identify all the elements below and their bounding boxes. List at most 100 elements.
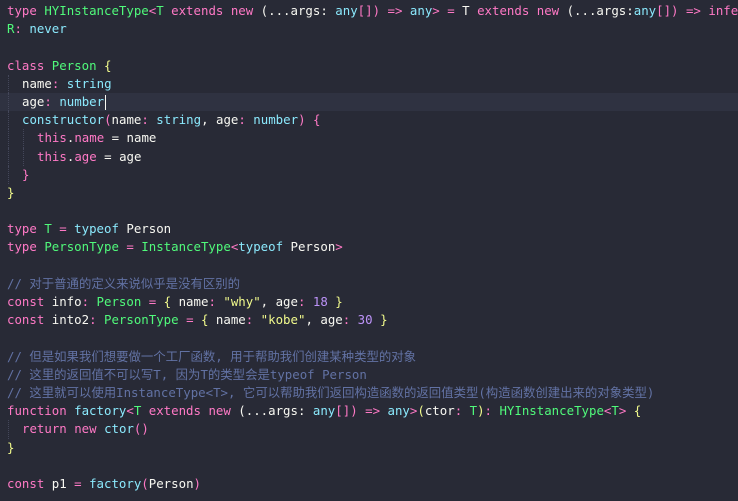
code-token: number [59,93,105,109]
code-token: any [335,3,358,18]
code-token: } [7,439,15,455]
code-token: type [7,221,45,237]
code-token: age [22,93,45,109]
code-token: typeof [74,221,127,237]
code-token: function [7,403,75,419]
code-token: // 对于普通的定义来说似乎是没有区别的 [7,275,241,291]
code-token: [] [656,3,672,18]
code-line[interactable]: this.age = age [0,147,738,166]
code-token: Person [126,221,172,237]
code-token: HYInstanceType [44,3,149,18]
code-token: string [66,75,112,91]
code-line[interactable]: age: number [0,92,738,112]
code-line[interactable]: // 这里就可以使用InstanceType<T>, 它可以帮助我们返回构造函数… [0,384,738,402]
code-token: : [454,403,470,419]
code-token: = [96,148,120,164]
code-editor[interactable]: type HYInstanceType<T extends new (...ar… [0,0,738,501]
code-token: typeof [238,239,291,255]
text-cursor [105,94,107,110]
code-line[interactable]: this.name = name [0,129,738,148]
code-line[interactable] [0,257,738,275]
code-line[interactable]: name: string [0,74,738,93]
code-line[interactable]: const info: Person = { name: "why", age:… [0,293,738,311]
code-token: ( [104,112,112,128]
code-line[interactable] [0,38,738,56]
code-token: HYInstanceType [499,403,604,419]
code-token: ctor [104,421,134,437]
code-token: T [462,3,478,18]
code-token: = [59,221,75,237]
code-token: number [253,112,299,128]
code-token: [] [357,3,373,18]
code-token: } [380,312,388,328]
indent-guide [23,129,24,148]
code-token: : [342,312,358,328]
code-token: } [22,166,30,182]
code-token: : [238,112,254,128]
indent-guide [8,74,9,93]
code-line[interactable]: class Person { [0,57,738,75]
code-token: // 这里就可以使用InstanceType<T>, 它可以帮助我们返回构造函数… [7,384,655,400]
code-token: name [215,312,246,328]
code-line[interactable]: constructor(name: string, age: number) { [0,111,738,130]
code-line[interactable] [0,457,738,475]
code-token: < [126,403,134,419]
code-token: name [126,130,157,146]
code-token: "why" [223,294,261,309]
code-token: into2 [51,312,90,328]
code-token: , [260,294,276,309]
code-line[interactable]: } [0,439,738,457]
code-token: T [611,403,619,419]
code-line[interactable]: // 这里的返回值不可以写T, 因为T的类型会是typeof Person [0,366,738,384]
code-token: Person [96,294,149,309]
code-token: () [133,421,149,437]
code-token: { [200,312,216,328]
code-token: PersonType [104,312,187,328]
code-token: extends [148,403,209,419]
code-token: name [178,294,209,309]
code-token: ctor [424,403,455,419]
code-line[interactable]: } [0,165,738,184]
code-line[interactable]: R: never [0,20,738,38]
code-token: never [29,21,67,37]
code-line[interactable]: type T = typeof Person [0,220,738,238]
code-token: factory [89,475,142,491]
code-token: extends [171,3,231,18]
code-line[interactable]: // 但是如果我们想要做一个工厂函数, 用于帮助我们创建某种类型的对象 [0,348,738,366]
code-token: > = [432,3,463,18]
code-line[interactable]: return new ctor() [0,420,738,439]
code-token: new [536,3,567,18]
code-token: ) [298,112,313,128]
code-token: any [387,403,410,419]
code-line[interactable]: } [0,184,738,202]
code-line[interactable] [0,202,738,220]
code-token: name [74,130,105,146]
code-token: // 这里的返回值不可以写T, 因为T的类型会是typeof Person [7,366,367,382]
code-token: p1 [51,475,75,491]
code-token: this [37,130,67,146]
indent-guide [8,147,9,166]
code-token: = [126,239,142,255]
code-line[interactable]: type PersonType = InstanceType<typeof Pe… [0,238,738,256]
code-token: = [74,475,90,491]
code-token: (...args: [260,3,336,18]
code-token: T [469,403,478,419]
code-token: factory [74,403,127,419]
code-line[interactable]: const p1 = factory(Person) [0,475,738,493]
code-token: T [133,403,149,419]
code-line[interactable]: function factory<T extends new (...args:… [0,402,738,420]
code-token: const [7,475,52,491]
code-token: : [297,294,313,309]
code-token: new [208,403,239,419]
code-line[interactable]: type HYInstanceType<T extends new (...ar… [0,2,738,20]
code-line[interactable]: // 对于普通的定义来说似乎是没有区别的 [0,275,738,293]
code-token: string [156,112,202,128]
code-token: Person [290,239,336,255]
code-token: info [51,294,82,309]
code-line[interactable]: const into2: PersonType = { name: "kobe"… [0,311,738,329]
code-token: Person [148,475,194,491]
code-token: Person [51,57,104,73]
code-token: > [618,403,634,419]
code-token: { [163,294,179,309]
code-line[interactable] [0,329,738,347]
